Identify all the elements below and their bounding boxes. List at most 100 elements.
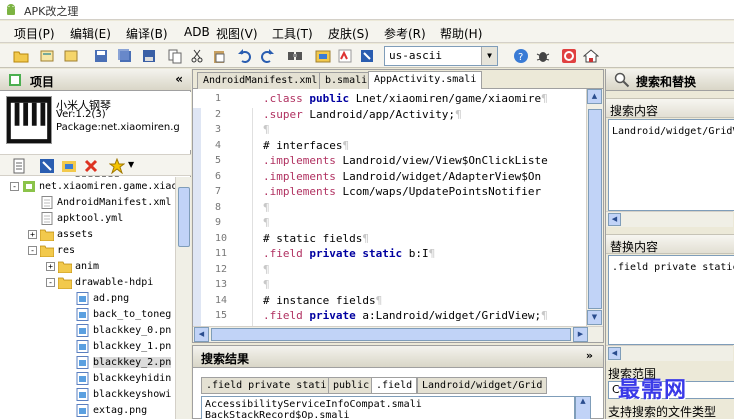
tab-androidmanifest[interactable]: AndroidManifest.xml	[197, 72, 324, 89]
tree-scrollbar[interactable]	[175, 177, 191, 419]
results-tab-field-private-static[interactable]: .field private stati	[201, 377, 332, 394]
save-as-icon[interactable]	[140, 47, 158, 65]
sign-apk-icon[interactable]	[336, 47, 354, 65]
code-line[interactable]: # instance fields¶	[263, 294, 382, 307]
collapse-results-icon[interactable]: »	[586, 349, 593, 362]
scroll-left-icon[interactable]: ◀	[608, 213, 621, 226]
scroll-left-icon[interactable]: ◀	[194, 327, 209, 342]
expand-icon[interactable]: +	[28, 230, 37, 239]
tab-b-smali[interactable]: b.smali	[319, 72, 374, 89]
save-all-icon[interactable]	[116, 47, 134, 65]
line-number: 1	[215, 93, 222, 104]
results-tab-gridview[interactable]: Landroid/widget/Grid	[417, 377, 548, 394]
menu-edit[interactable]: 编辑(E)	[70, 25, 111, 42]
open-folder-icon[interactable]	[12, 47, 30, 65]
tree-scroll-thumb[interactable]	[178, 187, 190, 247]
line-number: 7	[215, 186, 222, 197]
paste-icon[interactable]	[210, 47, 228, 65]
find-icon[interactable]	[286, 47, 304, 65]
code-line[interactable]: ¶	[263, 201, 270, 214]
scroll-left-icon[interactable]: ◀	[608, 347, 621, 360]
editor-horizontal-scrollbar[interactable]: ◀ ▶	[193, 326, 603, 342]
code-token: private	[309, 309, 363, 322]
code-token: .field	[263, 247, 310, 260]
menu-skin[interactable]: 皮肤(S)	[328, 25, 369, 42]
menu-project[interactable]: 项目(P)	[14, 25, 55, 42]
project-folder-icon[interactable]	[62, 47, 80, 65]
results-tab-public[interactable]: public	[328, 377, 375, 394]
editor-hscroll-thumb[interactable]	[211, 328, 571, 341]
replace-field-scrollbar[interactable]: ◀	[606, 345, 733, 361]
code-token: private static	[309, 247, 409, 260]
scroll-right-icon[interactable]: ▶	[573, 327, 588, 342]
code-line[interactable]: .implements Landroid/view/View$OnClickLi…	[263, 154, 548, 167]
menu-reference[interactable]: 参考(R)	[384, 25, 426, 42]
code-line[interactable]: ¶	[263, 263, 270, 276]
replace-content-field[interactable]: .field private static	[608, 255, 734, 345]
list-item[interactable]: AccessibilityServiceInfoCompat.smali	[205, 399, 422, 410]
image-file-icon	[76, 292, 89, 305]
project-tools: ▼	[0, 154, 191, 176]
search-content-field[interactable]: Landroid/widget/GridVie	[608, 119, 734, 211]
favorite-star-icon[interactable]	[108, 157, 126, 175]
properties-icon[interactable]	[10, 157, 28, 175]
code-area[interactable]: 1 .class public Lnet/xiaomiren/game/xiaom…	[193, 89, 586, 326]
search-field-scrollbar[interactable]: ◀	[606, 211, 733, 227]
refresh-tree-icon[interactable]	[38, 157, 56, 175]
code-line[interactable]: ¶	[263, 123, 270, 136]
menu-adb[interactable]: ADB	[184, 25, 210, 39]
collapse-icon[interactable]: -	[28, 246, 37, 255]
chevron-down-icon[interactable]: ▼	[128, 160, 134, 169]
install-icon[interactable]	[358, 47, 376, 65]
menu-help[interactable]: 帮助(H)	[440, 25, 482, 42]
tree-item-label: back_to_toneg	[93, 309, 172, 320]
code-token: ¶	[455, 107, 462, 121]
add-file-icon[interactable]	[60, 157, 78, 175]
editor-scroll-thumb[interactable]	[588, 109, 602, 309]
tab-appactivity-smali[interactable]: AppActivity.smali	[368, 71, 483, 89]
redo-icon[interactable]	[258, 47, 276, 65]
editor-vertical-scrollbar[interactable]: ▲ ▼	[586, 89, 603, 326]
help-icon[interactable]: ?	[512, 47, 530, 65]
code-line[interactable]: # static fields¶	[263, 232, 369, 245]
collapse-icon[interactable]: -	[46, 278, 55, 287]
menu-tools[interactable]: 工具(T)	[272, 25, 313, 42]
stop-icon[interactable]	[560, 47, 578, 65]
results-scroll-up-icon[interactable]: ▲	[575, 396, 591, 419]
image-file-icon	[76, 324, 89, 337]
home-icon[interactable]	[582, 47, 600, 65]
bug-icon[interactable]	[534, 47, 552, 65]
code-line[interactable]: .field private a:Landroid/widget/GridVie…	[263, 309, 548, 322]
code-token: # instance fields	[263, 293, 376, 307]
encoding-select[interactable]: us-ascii ▼	[384, 46, 498, 66]
code-line[interactable]: .super Landroid/app/Activity;¶	[263, 108, 462, 121]
scroll-up-icon[interactable]: ▲	[587, 89, 602, 104]
code-line[interactable]: ¶	[263, 216, 270, 229]
build-icon[interactable]	[314, 47, 332, 65]
code-line[interactable]: .field private static b:I¶	[263, 247, 435, 260]
code-line[interactable]: .class public Lnet/xiaomiren/game/xiaomi…	[263, 92, 548, 105]
code-token: ¶	[263, 262, 270, 276]
code-token: ¶	[263, 216, 270, 229]
code-line[interactable]: ¶	[263, 278, 270, 291]
code-token: .implements	[263, 154, 343, 167]
code-line[interactable]: .implements Lcom/waps/UpdatePointsNotifi…	[263, 185, 541, 198]
undo-icon[interactable]	[236, 47, 254, 65]
collapse-icon[interactable]: -	[10, 182, 19, 191]
code-line[interactable]: # interfaces¶	[263, 139, 349, 152]
save-icon[interactable]	[92, 47, 110, 65]
code-line[interactable]: .implements Landroid/widget/AdapterView$…	[263, 170, 541, 183]
delete-icon[interactable]	[82, 157, 100, 175]
expand-icon[interactable]: +	[46, 262, 55, 271]
new-project-icon[interactable]	[38, 47, 56, 65]
menu-view[interactable]: 视图(V)	[216, 25, 258, 42]
code-token: .implements	[263, 169, 343, 183]
scroll-down-icon[interactable]: ▼	[587, 310, 602, 325]
cut-icon[interactable]	[188, 47, 206, 65]
chevron-down-icon[interactable]: ▼	[481, 47, 497, 65]
list-item[interactable]: BackStackRecord$Op.smali	[205, 410, 350, 419]
copy-icon[interactable]	[166, 47, 184, 65]
collapse-left-icon[interactable]: «	[175, 72, 183, 86]
results-tab-field[interactable]: .field	[371, 377, 418, 394]
menu-build[interactable]: 编译(B)	[126, 25, 168, 42]
